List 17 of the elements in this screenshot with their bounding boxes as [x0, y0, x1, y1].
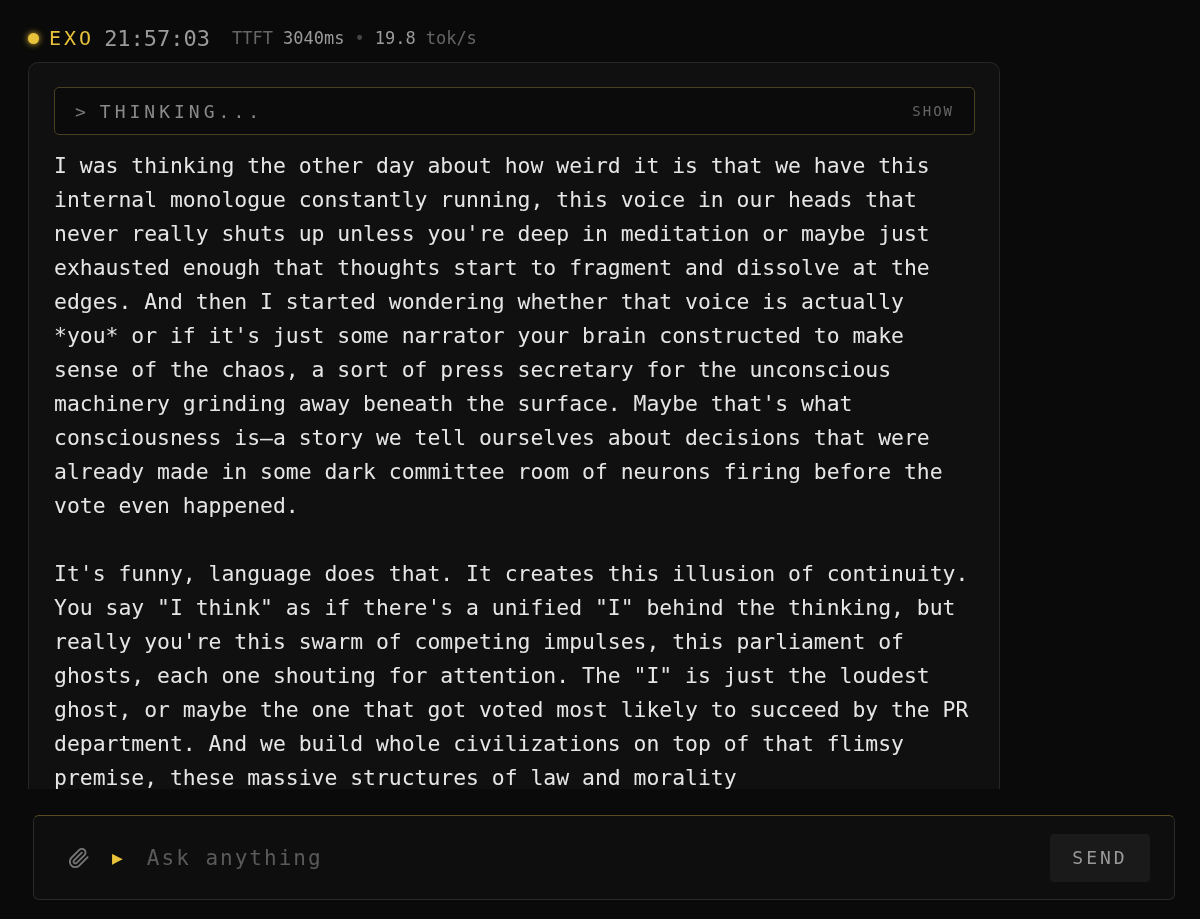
- thinking-label: THINKING...: [99, 100, 265, 122]
- show-toggle[interactable]: SHOW: [912, 103, 954, 119]
- ttft-value: 3040ms: [283, 28, 345, 48]
- chevron-icon: >: [75, 100, 86, 122]
- separator-dot: •: [354, 28, 365, 48]
- rate-value: 19.8: [374, 28, 416, 48]
- rate-unit: tok/s: [425, 28, 477, 48]
- paperclip-icon[interactable]: [68, 846, 90, 869]
- message-paragraph: It's funny, language does that. It creates this illusion of continuity. You say "I think" as if there's a unified "I" behind the thinking, but really you're this swarm of competing impulses, this parliament of ghosts, each one shouting for attention. The "I" is just the loudest ghost, or maybe the one that got voted most likely to succeed by the PR department. And we build whole civilizations on top of that flimsy premise, these massive structures of law and morality: [54, 560, 970, 789]
- ttft-label: TTFT: [232, 28, 274, 48]
- timestamp: 21:57:03: [104, 25, 211, 51]
- send-button[interactable]: SEND: [1050, 833, 1150, 882]
- composer-field[interactable]: ▶ Ask anything SEND: [33, 815, 1175, 900]
- prompt-marker: ▶: [112, 847, 123, 868]
- brand-name: EXO: [49, 26, 95, 50]
- message-paragraph: I was thinking the other day about how weird it is that we have this internal monologue constantly running, this voice in our heads that never really shuts up unless you're deep in meditation or maybe just exhausted enough that thoughts start to fragment and dissolve at the edges. And then I started wondering whether that voice is actually *you* or if it's just some narrator your brain constructed to make sense of the chaos, a sort of press secretary for the unconscious machinery grinding away beneath the surface. Maybe that's what consciousness is—a story we tell ourselves about decisions that were already made in some dark committee room of neurons firing before the vote even happened.: [54, 152, 944, 520]
- thinking-panel[interactable]: > THINKING... SHOW: [54, 87, 975, 135]
